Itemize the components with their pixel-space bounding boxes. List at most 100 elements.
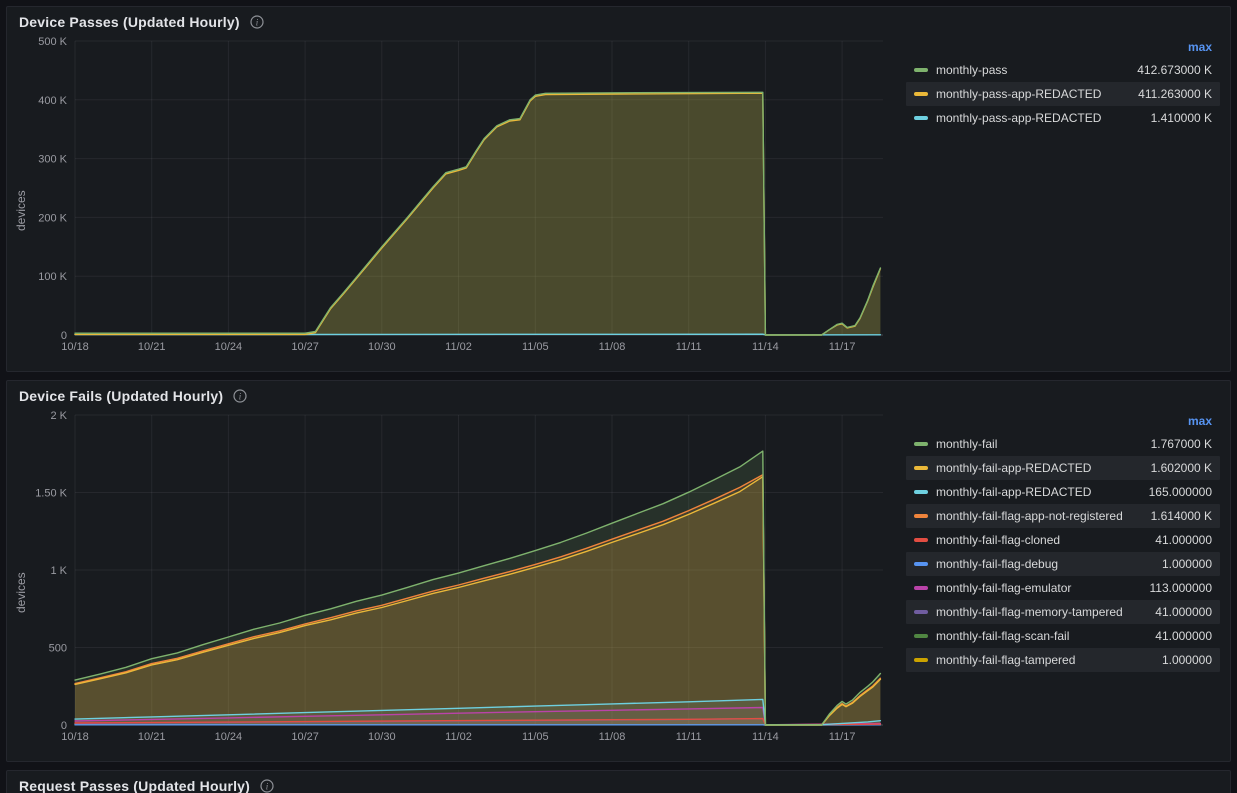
legend-item-monthly-fail-flag-scan-fail[interactable]: monthly-fail-flag-scan-fail 41.000000	[906, 624, 1220, 648]
panel-title: Device Passes (Updated Hourly)	[19, 14, 240, 30]
legend-item-monthly-fail-flag-tampered[interactable]: monthly-fail-flag-tampered 1.000000	[906, 648, 1220, 672]
svg-text:10/30: 10/30	[368, 731, 396, 743]
legend-max-value: 113.000000	[1149, 581, 1212, 595]
series-color-swatch	[914, 610, 928, 614]
svg-text:11/08: 11/08	[599, 341, 626, 353]
panel-device-fails-header[interactable]: Device Fails (Updated Hourly) i	[7, 381, 1230, 407]
svg-text:500 K: 500 K	[38, 36, 67, 48]
panel-request-passes-header[interactable]: Request Passes (Updated Hourly) i	[7, 771, 1230, 793]
svg-text:i: i	[266, 781, 269, 791]
chart-area: 05001 K1.50 K2 K10/1810/2110/2410/2710/3…	[29, 407, 894, 757]
legend-item-monthly-pass[interactable]: monthly-pass412.673000 K	[906, 58, 1220, 82]
svg-text:10/21: 10/21	[138, 341, 166, 353]
svg-text:10/21: 10/21	[138, 731, 166, 743]
legend-header: max	[906, 37, 1220, 58]
panel-device-passes-header[interactable]: Device Passes (Updated Hourly) i	[7, 7, 1230, 33]
legend-series-label[interactable]: monthly-pass-app-REDACTED	[936, 111, 1143, 125]
series-color-swatch	[914, 116, 928, 120]
legend-max-value: 1.767000 K	[1151, 437, 1212, 451]
legend-series-label[interactable]: monthly-pass-app-REDACTED	[936, 87, 1130, 101]
legend-max-value: 1.602000 K	[1151, 461, 1212, 475]
legend-max-value: 1.410000 K	[1151, 111, 1212, 125]
legend-series-label[interactable]: monthly-fail-flag-debug	[936, 557, 1154, 571]
legend-series-label[interactable]: monthly-fail	[936, 437, 1143, 451]
svg-text:11/11: 11/11	[676, 341, 702, 353]
svg-text:300 K: 300 K	[38, 154, 67, 166]
series-color-swatch	[914, 92, 928, 96]
svg-text:400 K: 400 K	[38, 95, 67, 107]
svg-text:1.50 K: 1.50 K	[35, 488, 67, 500]
legend-max-value: 41.000000	[1155, 605, 1212, 619]
legend-max-value: 41.000000	[1155, 629, 1212, 643]
svg-text:10/24: 10/24	[215, 341, 243, 353]
series-color-swatch	[914, 634, 928, 638]
legend-device-passes: max monthly-pass412.673000 Kmonthly-pass…	[894, 33, 1224, 367]
legend-series-label[interactable]: monthly-pass	[936, 63, 1129, 77]
svg-text:11/14: 11/14	[752, 731, 779, 743]
chart-area: 0100 K200 K300 K400 K500 K10/1810/2110/2…	[29, 33, 894, 367]
panel-title: Request Passes (Updated Hourly)	[19, 778, 250, 793]
legend-max-value: 165.000000	[1149, 485, 1212, 499]
svg-text:10/18: 10/18	[61, 341, 89, 353]
panel-device-fails: Device Fails (Updated Hourly) i devices …	[6, 380, 1231, 762]
svg-text:10/27: 10/27	[291, 731, 319, 743]
legend-item-monthly-fail-app-REDACTED[interactable]: monthly-fail-app-REDACTED 165.000000	[906, 480, 1220, 504]
legend-item-monthly-pass-app-REDACTED[interactable]: monthly-pass-app-REDACTED 1.410000 K	[906, 106, 1220, 130]
device-passes-chart[interactable]: 0100 K200 K300 K400 K500 K10/1810/2110/2…	[29, 33, 889, 355]
svg-text:500: 500	[49, 643, 67, 655]
svg-text:11/08: 11/08	[599, 731, 626, 743]
series-color-swatch	[914, 658, 928, 662]
legend-series-label[interactable]: monthly-fail-app-REDACTED	[936, 461, 1143, 475]
legend-item-monthly-fail[interactable]: monthly-fail 1.767000 K	[906, 432, 1220, 456]
panel-request-passes: Request Passes (Updated Hourly) i	[6, 770, 1231, 793]
legend-item-monthly-fail-flag-emulator[interactable]: monthly-fail-flag-emulator 113.000000	[906, 576, 1220, 600]
legend-device-fails: max monthly-fail 1.767000 K monthly-fail-a…	[894, 407, 1224, 757]
svg-text:10/18: 10/18	[61, 731, 89, 743]
legend-series-label[interactable]: monthly-fail-flag-tampered	[936, 653, 1154, 667]
info-icon[interactable]: i	[233, 389, 247, 403]
svg-text:11/11: 11/11	[676, 731, 702, 743]
legend-series-label[interactable]: monthly-fail-flag-cloned	[936, 533, 1147, 547]
panel-device-passes: Device Passes (Updated Hourly) i devices…	[6, 6, 1231, 372]
svg-text:11/17: 11/17	[829, 341, 856, 353]
info-icon[interactable]: i	[250, 15, 264, 29]
legend-series-label[interactable]: monthly-fail-flag-emulator	[936, 581, 1141, 595]
legend-item-monthly-fail-app-REDACTED[interactable]: monthly-fail-app-REDACTED 1.602000 K	[906, 456, 1220, 480]
legend-item-monthly-pass-app-REDACTED[interactable]: monthly-pass-app-REDACTED411.263000 K	[906, 82, 1220, 106]
svg-text:200 K: 200 K	[38, 212, 67, 224]
series-color-swatch	[914, 466, 928, 470]
info-icon[interactable]: i	[260, 779, 274, 793]
svg-text:100 K: 100 K	[38, 271, 67, 283]
legend-item-monthly-fail-flag-app-not-registered[interactable]: monthly-fail-flag-app-not-registered 1.61…	[906, 504, 1220, 528]
legend-max-value: 1.000000	[1162, 653, 1212, 667]
series-color-swatch	[914, 562, 928, 566]
svg-text:11/14: 11/14	[752, 341, 779, 353]
svg-text:i: i	[255, 17, 258, 27]
svg-text:10/24: 10/24	[215, 731, 243, 743]
legend-item-monthly-fail-flag-debug[interactable]: monthly-fail-flag-debug 1.000000	[906, 552, 1220, 576]
y-axis-label: devices	[13, 33, 29, 367]
device-fails-chart[interactable]: 05001 K1.50 K2 K10/1810/2110/2410/2710/3…	[29, 407, 889, 745]
svg-text:11/05: 11/05	[522, 731, 549, 743]
legend-max-value: 1.614000 K	[1151, 509, 1212, 523]
series-color-swatch	[914, 490, 928, 494]
legend-max-column-header[interactable]: max	[1188, 40, 1212, 54]
legend-max-value: 41.000000	[1155, 533, 1212, 547]
legend-item-monthly-fail-flag-cloned[interactable]: monthly-fail-flag-cloned 41.000000	[906, 528, 1220, 552]
svg-text:10/30: 10/30	[368, 341, 396, 353]
svg-text:11/17: 11/17	[829, 731, 856, 743]
svg-text:11/02: 11/02	[445, 731, 472, 743]
legend-series-label[interactable]: monthly-fail-flag-scan-fail	[936, 629, 1147, 643]
y-axis-label: devices	[13, 407, 29, 757]
svg-text:11/05: 11/05	[522, 341, 549, 353]
legend-max-column-header[interactable]: max	[1188, 414, 1212, 428]
legend-max-value: 1.000000	[1162, 557, 1212, 571]
svg-text:10/27: 10/27	[291, 341, 319, 353]
series-color-swatch	[914, 68, 928, 72]
series-color-swatch	[914, 442, 928, 446]
series-color-swatch	[914, 586, 928, 590]
legend-series-label[interactable]: monthly-fail-flag-app-not-registered	[936, 509, 1143, 523]
legend-series-label[interactable]: monthly-fail-app-REDACTED	[936, 485, 1141, 499]
legend-item-monthly-fail-flag-memory-tampered[interactable]: monthly-fail-flag-memory-tampered 41.0000…	[906, 600, 1220, 624]
legend-series-label[interactable]: monthly-fail-flag-memory-tampered	[936, 605, 1147, 619]
